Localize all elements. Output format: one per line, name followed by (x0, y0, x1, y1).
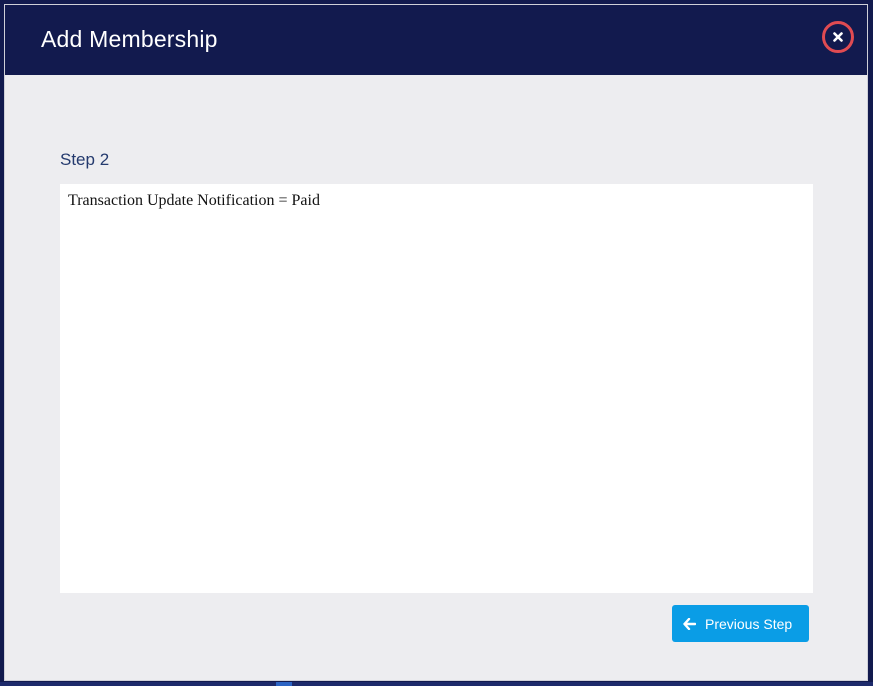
close-button[interactable] (822, 21, 854, 53)
backdrop-strip (0, 682, 873, 686)
close-icon (833, 32, 843, 42)
previous-step-button[interactable]: Previous Step (672, 605, 809, 642)
notification-text: Transaction Update Notification = Paid (68, 192, 320, 209)
step-label: Step 2 (60, 150, 110, 169)
modal-title: Add Membership (41, 26, 218, 52)
previous-step-label: Previous Step (705, 615, 793, 632)
backdrop-mark (276, 682, 292, 686)
content-panel: Transaction Update Notification = Paid (60, 184, 813, 593)
add-membership-modal: Add Membership Step 2 Transaction Update… (4, 4, 868, 681)
arrow-left-icon (683, 617, 697, 631)
modal-header: Add Membership (5, 5, 867, 75)
